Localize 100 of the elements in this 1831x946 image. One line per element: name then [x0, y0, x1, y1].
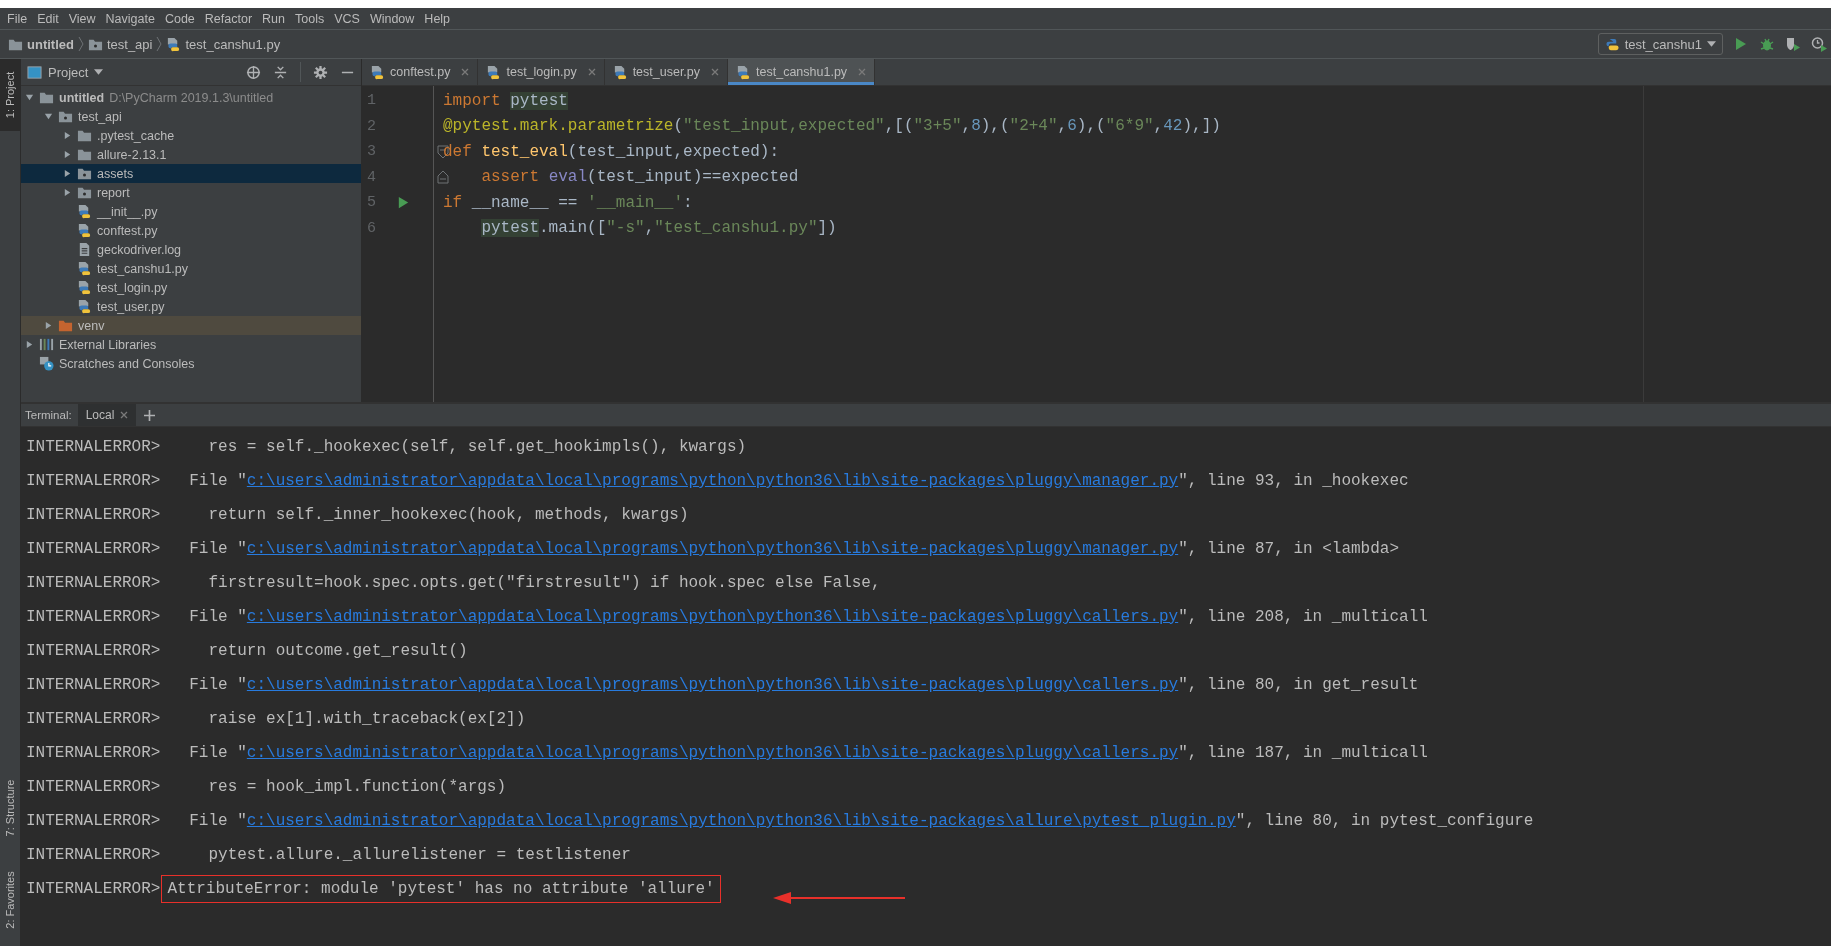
tree-item[interactable]: report — [21, 183, 361, 202]
run-configuration-dropdown[interactable]: test_canshu1 — [1597, 33, 1723, 55]
terminal-prompt: INTERNALERROR> — [26, 438, 161, 456]
menu-item[interactable]: Navigate — [100, 11, 160, 26]
terminal-prompt: INTERNALERROR> — [26, 744, 161, 762]
breadcrumb[interactable]: test_api — [87, 36, 153, 52]
fold-marker-icon[interactable] — [437, 170, 449, 185]
python-file-icon — [736, 64, 752, 80]
breadcrumb[interactable]: untitled — [8, 36, 74, 52]
python-file-icon — [77, 261, 92, 276]
tree-item[interactable]: .pytest_cache — [21, 126, 361, 145]
run-icon[interactable] — [396, 195, 411, 211]
tree-item[interactable]: test_user.py — [21, 297, 361, 316]
terminal-output: return self._inner_hookexec(hook, methods, kwargs) — [207, 506, 689, 524]
tree-item[interactable]: allure-2.13.1 — [21, 145, 361, 164]
terminal-output: File "c:\users\administrator\appdata\local\programs\python\python36\lib\site-packages\pluggy\callers.py", line 187, in _multicall — [188, 744, 1428, 762]
line-number: 1 — [366, 92, 377, 110]
terminal-output: firstresult=hook.spec.opts.get("firstresult") if hook.spec else False, — [207, 574, 881, 592]
tree-item[interactable]: assets — [21, 164, 361, 183]
menu-item[interactable]: Code — [159, 11, 200, 26]
close-icon[interactable] — [587, 68, 596, 76]
bug-icon[interactable] — [1759, 36, 1775, 52]
collapsed-arrow-icon[interactable] — [63, 150, 72, 159]
path-hint: D:\PyCharm 2019.1.3\untitled — [109, 90, 274, 105]
tree-item-label: test_canshu1.py — [97, 261, 189, 276]
folder-icon — [58, 109, 73, 124]
python-file-icon — [370, 64, 385, 80]
close-icon[interactable] — [120, 411, 129, 419]
file-link[interactable]: c:\users\administrator\appdata\local\programs\python\python36\lib\site-packages\pluggy\callers.py — [246, 676, 1179, 694]
collapsed-arrow-icon[interactable] — [63, 188, 72, 197]
text-file-icon — [77, 242, 92, 257]
tree-item-label: .pytest_cache — [97, 128, 175, 143]
menu-item[interactable]: Tools — [290, 11, 330, 26]
line-number: 5 — [366, 194, 377, 212]
tree-item-label: allure-2.13.1 — [97, 147, 167, 162]
crosshair-icon[interactable] — [246, 64, 261, 80]
tool-window-tab[interactable]: 1: Project — [0, 59, 20, 131]
menu-item[interactable]: File — [2, 11, 33, 26]
clock-run-icon[interactable] — [1811, 36, 1827, 52]
terminal-prompt: INTERNALERROR> — [26, 880, 161, 898]
collapsed-arrow-icon[interactable] — [63, 131, 72, 140]
chevron-icon — [156, 36, 163, 52]
file-link[interactable]: c:\users\administrator\appdata\local\programs\python\python36\lib\site-packages\pluggy\callers.py — [246, 744, 1179, 762]
tree-item[interactable]: venv — [21, 316, 361, 335]
menu-item[interactable]: Refactor — [199, 11, 258, 26]
collapsed-arrow-icon[interactable] — [63, 169, 72, 178]
python-file-icon — [77, 204, 92, 219]
editor-tab[interactable]: test_login.py — [478, 59, 605, 85]
folder-icon — [39, 90, 54, 105]
tool-window-tab[interactable]: 2: Favorites — [0, 854, 20, 946]
tree-item-label: test_api — [78, 109, 122, 124]
menu-item[interactable]: VCS — [329, 11, 365, 26]
breadcrumb[interactable]: test_canshu1.py — [166, 36, 281, 52]
menu-item[interactable]: Window — [364, 11, 420, 26]
tree-item[interactable]: untitled D:\PyCharm 2019.1.3\untitled — [21, 88, 361, 107]
menu-item[interactable]: Run — [257, 11, 290, 26]
tree-item[interactable]: test_api — [21, 107, 361, 126]
file-link[interactable]: c:\users\administrator\appdata\local\programs\python\python36\lib\site-packages\pluggy\callers.py — [246, 608, 1179, 626]
line-number: 6 — [366, 219, 377, 237]
file-link[interactable]: c:\users\administrator\appdata\local\programs\python\python36\lib\site-packages\pluggy\manager.py — [246, 540, 1179, 558]
terminal-tab[interactable]: Local — [77, 404, 137, 426]
caret-icon — [94, 69, 104, 75]
expanded-arrow-icon[interactable] — [44, 112, 53, 121]
settings-icon[interactable] — [313, 64, 328, 80]
tree-item[interactable]: Scratches and Consoles — [21, 354, 361, 373]
terminal-prompt: INTERNALERROR> — [26, 574, 161, 592]
shield-run-icon[interactable] — [1785, 36, 1801, 52]
menu-item[interactable]: View — [63, 11, 101, 26]
project-view-dropdown[interactable]: Project — [27, 64, 104, 80]
collapsed-arrow-icon[interactable] — [25, 340, 34, 349]
tree-item[interactable]: conftest.py — [21, 221, 361, 240]
terminal-prompt: INTERNALERROR> — [26, 540, 161, 558]
file-link[interactable]: c:\users\administrator\appdata\local\programs\python\python36\lib\site-packages\pluggy\manager.py — [246, 472, 1179, 490]
terminal-prompt: INTERNALERROR> — [26, 778, 161, 796]
tool-window-tab[interactable]: 7: Structure — [0, 762, 20, 854]
python-file-icon — [486, 64, 502, 80]
editor-tab[interactable]: test_canshu1.py — [728, 59, 876, 85]
tree-item[interactable]: External Libraries — [21, 335, 361, 354]
collapse-all-icon[interactable] — [273, 64, 288, 80]
new-tab-icon[interactable] — [144, 409, 156, 421]
line-number: 3 — [366, 143, 377, 161]
file-link[interactable]: c:\users\administrator\appdata\local\programs\python\python36\lib\site-packages\allure\pytest_plugin.py — [246, 812, 1236, 830]
editor-tab[interactable]: conftest.py — [362, 59, 479, 85]
close-icon[interactable] — [461, 68, 470, 76]
tree-item[interactable]: test_login.py — [21, 278, 361, 297]
tree-item-label: conftest.py — [97, 223, 158, 238]
expanded-arrow-icon[interactable] — [25, 93, 34, 102]
tree-item[interactable]: __init__.py — [21, 202, 361, 221]
tree-item[interactable]: geckodriver.log — [21, 240, 361, 259]
terminal-output: File "c:\users\administrator\appdata\local\programs\python\python36\lib\site-packages\pluggy\callers.py", line 80, in get_result — [188, 676, 1419, 694]
tree-item[interactable]: test_canshu1.py — [21, 259, 361, 278]
close-icon[interactable] — [711, 68, 720, 76]
menu-item[interactable]: Edit — [32, 11, 64, 26]
collapsed-arrow-icon[interactable] — [44, 321, 53, 330]
terminal-label: Terminal: — [25, 409, 73, 421]
tree-item-label: Scratches and Consoles — [59, 356, 195, 371]
chevron-icon — [77, 36, 84, 52]
menu-item[interactable]: Help — [419, 11, 456, 26]
tree-item-label: __init__.py — [97, 204, 158, 219]
terminal-output: File "c:\users\administrator\appdata\local\programs\python\python36\lib\site-packages\allure\pytest_plugin.py", line 80, in pytest_configure — [188, 812, 1534, 830]
